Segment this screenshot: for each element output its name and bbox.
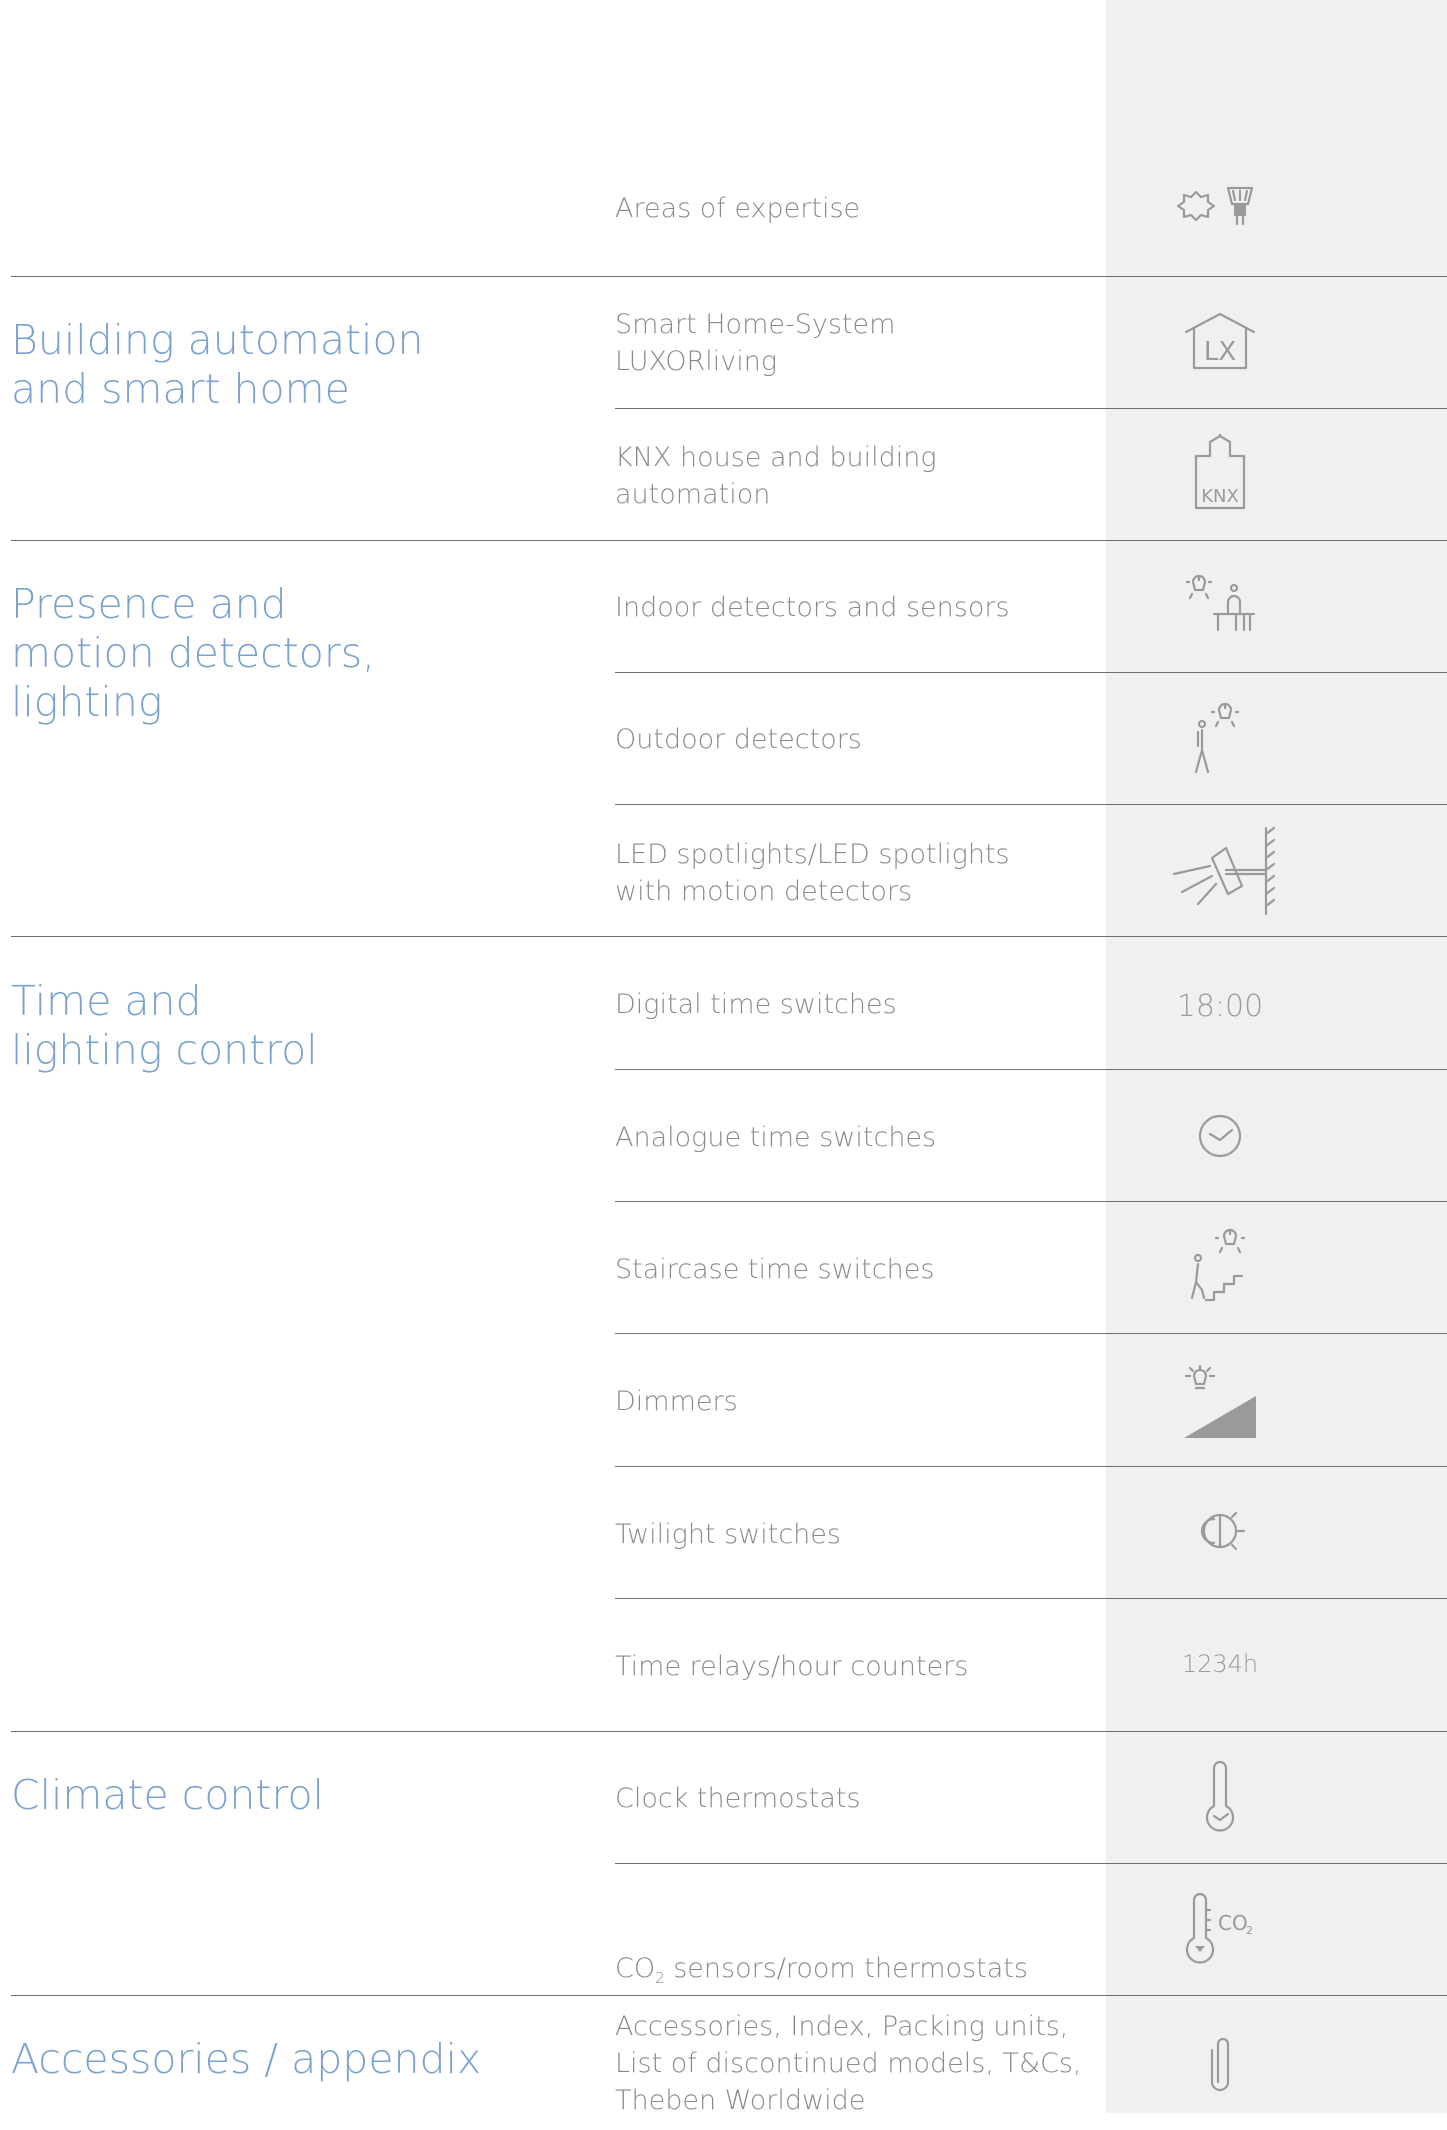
rule xyxy=(11,1731,1447,1732)
rule xyxy=(615,1466,1447,1467)
rule xyxy=(615,1201,1447,1202)
rule xyxy=(615,1333,1447,1334)
list-item: Accessories, Index, Packing units, List … xyxy=(615,2011,1082,2116)
knx-building-icon: KNX xyxy=(1166,434,1274,534)
rule xyxy=(615,804,1447,805)
list-item: CO2 sensors/room thermostats xyxy=(615,1913,1095,1997)
header-label: Areas of expertise xyxy=(615,193,861,224)
rule xyxy=(11,1995,1447,1996)
list-item: Dimmers xyxy=(615,1386,738,1417)
rule xyxy=(615,1069,1447,1070)
category-title: Climate control xyxy=(11,1771,324,1819)
category-title: Accessories / appendix xyxy=(11,2035,482,2083)
analogue-clock-icon xyxy=(1166,1110,1274,1210)
list-item: KNX house and building automation xyxy=(615,442,937,510)
staircase-icon xyxy=(1166,1226,1274,1326)
indoor-detector-icon xyxy=(1166,572,1274,672)
rule xyxy=(615,1863,1447,1864)
list-item: LED spotlights/LED spotlights with motio… xyxy=(615,839,1010,907)
outdoor-detector-icon xyxy=(1166,700,1274,800)
lx-house-icon-text: LX xyxy=(1204,337,1236,367)
list-item: Clock thermostats xyxy=(615,1783,861,1814)
list-item: Indoor detectors and sensors xyxy=(615,592,1010,623)
co2-thermometer-icon: CO 2 xyxy=(1166,1890,1274,1990)
rule xyxy=(615,672,1447,673)
hour-counter-icon-text: 1234h xyxy=(1182,1650,1258,1678)
list-item: Analogue time switches xyxy=(615,1122,937,1153)
category-title: Time and lighting control xyxy=(11,977,318,1074)
knx-building-icon-text: KNX xyxy=(1201,486,1239,507)
co2-label-before: CO xyxy=(615,1953,656,1984)
list-item: Smart Home-System LUXORliving xyxy=(615,309,896,377)
twilight-icon xyxy=(1166,1505,1274,1605)
hour-counter-icon: 1234h xyxy=(1166,1644,1274,1744)
digital-clock-icon-text: 18:00 xyxy=(1177,989,1263,1024)
list-item: Outdoor detectors xyxy=(615,724,862,755)
page: Areas of expertise Building automation a… xyxy=(0,0,1447,2116)
rule xyxy=(11,540,1447,541)
sun-and-spotlight-icon xyxy=(1170,180,1270,240)
co2-label-after: sensors/room thermostats xyxy=(664,1953,1028,1984)
digital-clock-icon: 18:00 xyxy=(1166,980,1274,1080)
rule xyxy=(615,408,1447,409)
thermostat-icon xyxy=(1166,1758,1274,1858)
dimmer-icon xyxy=(1166,1362,1274,1462)
icon-column-background xyxy=(1106,0,1447,2113)
rule xyxy=(11,936,1447,937)
category-title: Building automation and smart home xyxy=(11,316,424,413)
paperclip-icon xyxy=(1166,2030,1274,2130)
list-item: Staircase time switches xyxy=(615,1254,935,1285)
co2-icon-sub: 2 xyxy=(1246,1924,1253,1937)
rule xyxy=(11,276,1447,277)
co2-label-sub: 2 xyxy=(655,1969,665,1987)
category-title: Presence and motion detectors, lighting xyxy=(11,580,376,726)
list-item: Digital time switches xyxy=(615,989,897,1020)
rule xyxy=(615,1598,1447,1599)
co2-icon-text: CO xyxy=(1218,1911,1248,1935)
led-spotlight-icon xyxy=(1160,824,1280,924)
lx-house-icon: LX xyxy=(1166,302,1274,402)
list-item: Time relays/hour counters xyxy=(615,1651,969,1682)
list-item: Twilight switches xyxy=(615,1519,841,1550)
